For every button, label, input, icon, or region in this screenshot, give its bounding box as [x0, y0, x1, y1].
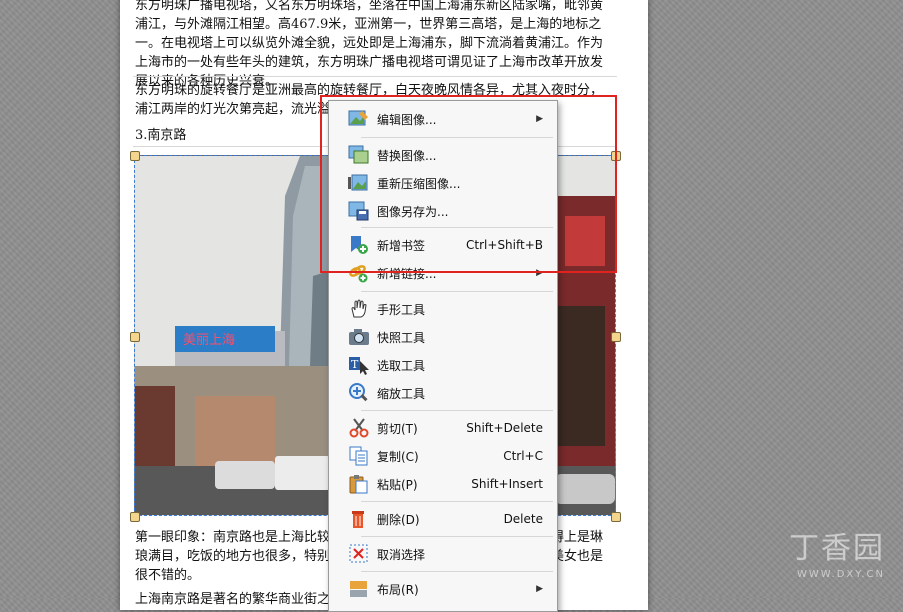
trash-icon	[347, 508, 371, 530]
hand-icon	[347, 298, 371, 320]
resize-handle-top-left[interactable]	[130, 151, 140, 161]
menu-item-zoom-tool[interactable]: 缩放工具	[331, 380, 555, 406]
annotation-highlight-box	[320, 95, 617, 273]
svg-text:T: T	[351, 358, 359, 371]
menu-separator	[361, 291, 553, 292]
menu-item-paste[interactable]: 粘贴(P) Shift+Insert	[331, 471, 555, 497]
menu-item-hand-tool[interactable]: 手形工具	[331, 296, 555, 322]
deselect-icon	[347, 543, 371, 565]
menu-item-delete[interactable]: 删除(D) Delete	[331, 506, 555, 532]
camera-icon	[347, 326, 371, 348]
watermark: 丁香园 WWW.DXY.CN	[789, 523, 885, 580]
resize-handle-bottom-left[interactable]	[130, 512, 140, 522]
menu-separator	[361, 536, 553, 537]
menu-item-snapshot-tool[interactable]: 快照工具	[331, 324, 555, 350]
select-text-icon: T	[347, 354, 371, 376]
menu-item-deselect[interactable]: 取消选择	[331, 541, 555, 567]
watermark-url: WWW.DXY.CN	[797, 569, 885, 580]
menu-item-cut[interactable]: 剪切(T) Shift+Delete	[331, 415, 555, 441]
paste-icon	[347, 473, 371, 495]
menu-item-copy[interactable]: 复制(C) Ctrl+C	[331, 443, 555, 469]
copy-icon	[347, 445, 371, 467]
menu-separator	[361, 571, 553, 572]
submenu-arrow-icon: ▶	[536, 584, 543, 594]
scissors-icon	[347, 417, 371, 439]
resize-handle-left[interactable]	[130, 332, 140, 342]
layout-icon	[347, 578, 371, 600]
divider	[133, 76, 617, 77]
watermark-logo-text: 丁香园	[789, 531, 885, 566]
menu-separator	[361, 410, 553, 411]
resize-handle-right[interactable]	[611, 332, 621, 342]
menu-separator	[361, 501, 553, 502]
menu-item-layout[interactable]: 布局(R) ▶	[331, 576, 555, 602]
zoom-icon	[347, 382, 371, 404]
sign-text: 美丽上海	[183, 333, 235, 348]
menu-item-select-tool[interactable]: T 选取工具	[331, 352, 555, 378]
resize-handle-bottom-right[interactable]	[611, 512, 621, 522]
paragraph-oriental-pearl: 东方明珠广播电视塔，又名东方明珠塔，坐落在中国上海浦东新区陆家嘴，毗邻黄浦江，与…	[135, 0, 604, 89]
